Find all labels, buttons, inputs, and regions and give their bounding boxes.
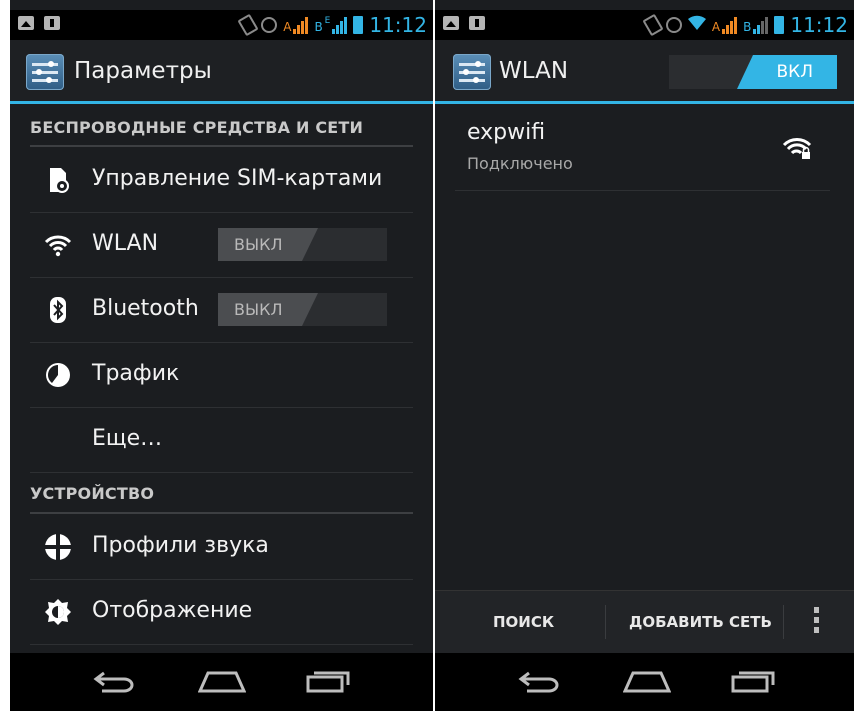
settings-screen: A B E 11:12 Параметры БЕСПРОВОДНЫЕ СРЕДС… (10, 0, 433, 711)
recent-apps-icon[interactable] (731, 667, 777, 693)
sound-profile-icon (44, 533, 72, 561)
bluetooth-toggle[interactable]: ВЫКЛ (218, 293, 387, 326)
navigation-bar (10, 653, 433, 711)
back-icon[interactable] (517, 669, 561, 693)
network-name: expwifi (467, 120, 546, 145)
section-header-device: УСТРОЙСТВО (30, 484, 155, 503)
sim2-signal-icon: B E (314, 16, 348, 34)
settings-item-display[interactable]: Отображение (30, 580, 413, 645)
wifi-status-icon (687, 15, 706, 35)
wifi-icon (44, 231, 72, 259)
wlan-master-toggle[interactable]: ВКЛ (669, 55, 837, 89)
status-bar: A B E 11:12 (10, 10, 433, 40)
settings-app-icon[interactable] (453, 54, 491, 90)
clock: 11:12 (790, 13, 848, 37)
display-icon (44, 598, 72, 626)
status-bar: A B 11:12 (435, 10, 854, 40)
wifi-network-item[interactable]: expwifi Подключено (455, 108, 830, 191)
battery-icon (774, 16, 785, 34)
clock: 11:12 (369, 13, 427, 37)
settings-item-label: Трафик (92, 361, 180, 386)
settings-item-label: Профили звука (92, 533, 269, 558)
sim1-signal-icon: A (712, 16, 738, 34)
store-notification-icon (469, 16, 485, 30)
divider (605, 605, 606, 639)
settings-app-icon[interactable] (26, 54, 64, 90)
settings-item-sound-profiles[interactable]: Профили звука (30, 515, 413, 580)
navigation-bar (435, 653, 854, 711)
back-icon[interactable] (92, 669, 136, 693)
action-bar: Параметры (10, 40, 433, 104)
search-button[interactable]: ПОИСК (493, 613, 554, 631)
overflow-menu-icon[interactable] (813, 607, 821, 637)
toggle-state: ВЫКЛ (234, 300, 283, 319)
settings-item-more[interactable]: Еще… (30, 408, 413, 473)
add-network-button[interactable]: ДОБАВИТЬ СЕТЬ (629, 613, 772, 631)
settings-item-label: Еще… (92, 426, 163, 451)
settings-item-label: Bluetooth (92, 296, 199, 321)
wifi-lock-icon (782, 138, 812, 159)
toggle-state: ВКЛ (776, 62, 813, 82)
vibrate-icon (237, 13, 259, 37)
section-divider (30, 145, 413, 147)
settings-item-label: Управление SIM-картами (92, 166, 383, 191)
wlan-screen: A B 11:12 WLAN ВКЛ expwifi Подключено ПО… (435, 0, 854, 711)
data-usage-icon (44, 361, 72, 389)
home-icon[interactable] (198, 669, 246, 693)
settings-item-wlan[interactable]: WLAN ВЫКЛ (30, 213, 413, 278)
alarm-icon (261, 17, 278, 33)
vibrate-icon (642, 13, 664, 37)
page-title: WLAN (499, 58, 569, 84)
settings-item-label: Отображение (92, 598, 253, 623)
battery-icon (353, 16, 364, 34)
settings-item-sim[interactable]: Управление SIM-картами (30, 148, 413, 213)
settings-item-data-usage[interactable]: Трафик (30, 343, 413, 408)
sim-card-icon (44, 166, 72, 194)
page-title: Параметры (74, 58, 212, 84)
gallery-notification-icon (443, 16, 459, 30)
section-divider (30, 512, 413, 514)
settings-item-label: WLAN (92, 231, 159, 256)
action-bar: WLAN ВКЛ (435, 40, 854, 104)
store-notification-icon (44, 16, 60, 30)
bottom-action-bar: ПОИСК ДОБАВИТЬ СЕТЬ (435, 590, 854, 654)
divider (783, 605, 784, 639)
settings-item-bluetooth[interactable]: Bluetooth ВЫКЛ (30, 278, 413, 343)
home-icon[interactable] (623, 669, 671, 693)
sim1-signal-icon: A (283, 16, 309, 34)
wlan-toggle[interactable]: ВЫКЛ (218, 228, 387, 261)
toggle-state: ВЫКЛ (234, 235, 283, 254)
bluetooth-icon (44, 296, 72, 324)
sim2-signal-icon: B (743, 16, 769, 34)
section-header-wireless: БЕСПРОВОДНЫЕ СРЕДСТВА И СЕТИ (30, 118, 364, 137)
recent-apps-icon[interactable] (306, 667, 352, 693)
gallery-notification-icon (18, 16, 34, 30)
alarm-icon (665, 17, 682, 33)
network-status: Подключено (467, 154, 573, 173)
